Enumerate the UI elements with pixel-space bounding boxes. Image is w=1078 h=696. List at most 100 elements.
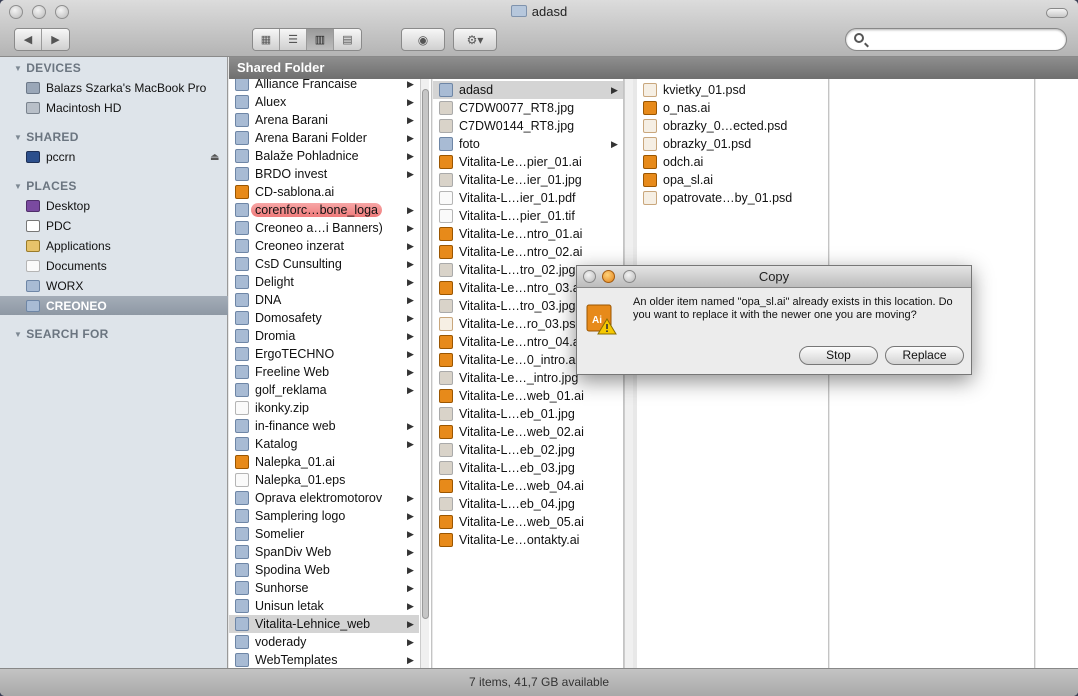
folder-icon	[235, 113, 249, 127]
file-name: Vitalita-Le…ntro_04.ai	[459, 335, 583, 349]
column-1-scrollbar[interactable]	[420, 79, 429, 668]
toolbar-toggle-button[interactable]	[1046, 8, 1068, 18]
file-row[interactable]: kvietky_01.psd	[637, 81, 827, 99]
sidebar-item-worx[interactable]: WORX	[26, 276, 228, 295]
file-row[interactable]: Vitalita-L…pier_01.tif	[433, 207, 623, 225]
file-row[interactable]: Vitalita-Le…ier_01.jpg	[433, 171, 623, 189]
file-row[interactable]: Vitalita-Le…ntro_01.ai	[433, 225, 623, 243]
file-row[interactable]: Aluex ▶	[229, 93, 419, 111]
file-row[interactable]: Vitalita-Lehnice_web ▶	[229, 615, 419, 633]
sidebar-item-applications[interactable]: Applications	[26, 236, 228, 255]
disclosure-arrow-icon: ▶	[407, 420, 414, 431]
file-row[interactable]: obrazky_0…ected.psd	[637, 117, 827, 135]
file-row[interactable]: Vitalita-Le…ontakty.ai	[433, 531, 623, 549]
file-row[interactable]: Delight ▶	[229, 273, 419, 291]
stop-button[interactable]: Stop	[799, 346, 878, 365]
file-row[interactable]: Creoneo inzerat ▶	[229, 237, 419, 255]
file-name: Dromia	[255, 329, 296, 343]
back-button[interactable]: ◀	[15, 29, 42, 50]
shared-header[interactable]: SHARED	[14, 130, 79, 144]
file-row[interactable]: adasd ▶	[433, 81, 623, 99]
file-row[interactable]: corenforc…bone_loga ▶	[229, 201, 419, 219]
action-menu-button[interactable]: ⚙▾	[453, 28, 497, 51]
column-view-button[interactable]: ▥	[307, 29, 334, 50]
photoshop-file-icon	[643, 191, 657, 205]
file-row[interactable]: ErgoTECHNO ▶	[229, 345, 419, 363]
sidebar-item-macbook[interactable]: Balazs Szarka's MacBook Pro	[26, 78, 228, 97]
sidebar-item-pdc[interactable]: PDC	[26, 216, 228, 235]
disclosure-arrow-icon: ▶	[407, 132, 414, 143]
quick-look-button[interactable]: ◉	[401, 28, 445, 51]
file-row[interactable]: Arena Barani ▶	[229, 111, 419, 129]
file-row[interactable]: Nalepka_01.ai	[229, 453, 419, 471]
file-row[interactable]: Samplering logo ▶	[229, 507, 419, 525]
replace-button[interactable]: Replace	[885, 346, 964, 365]
sidebar-item-pccrn[interactable]: pccrn	[26, 147, 228, 166]
file-row[interactable]: Somelier ▶	[229, 525, 419, 543]
file-name: Freeline Web	[255, 365, 330, 379]
file-row[interactable]: Nalepka_01.eps	[229, 471, 419, 489]
file-row[interactable]: Arena Barani Folder ▶	[229, 129, 419, 147]
search-for-header[interactable]: SEARCH FOR	[14, 327, 109, 341]
disclosure-arrow-icon: ▶	[407, 79, 414, 89]
file-row[interactable]: Vitalita-Le…web_05.ai	[433, 513, 623, 531]
file-row[interactable]: foto ▶	[433, 135, 623, 153]
file-row[interactable]: Vitalita-L…eb_03.jpg	[433, 459, 623, 477]
file-row[interactable]: Vitalita-L…eb_01.jpg	[433, 405, 623, 423]
file-row[interactable]: WebTemplates ▶	[229, 651, 419, 668]
file-row[interactable]: Katalog ▶	[229, 435, 419, 453]
forward-button[interactable]: ▶	[42, 29, 69, 50]
file-row[interactable]: Vitalita-Le…ntro_02.ai	[433, 243, 623, 261]
file-row[interactable]: Sunhorse ▶	[229, 579, 419, 597]
file-row[interactable]: BRDO invest ▶	[229, 165, 419, 183]
file-row[interactable]: Alliance Francaise ▶	[229, 79, 419, 93]
file-row[interactable]: ikonky.zip	[229, 399, 419, 417]
file-row[interactable]: CsD Cunsulting ▶	[229, 255, 419, 273]
file-row[interactable]: Vitalita-Le…web_04.ai	[433, 477, 623, 495]
file-row[interactable]: Vitalita-L…eb_04.jpg	[433, 495, 623, 513]
sidebar-item-label: pccrn	[46, 149, 76, 164]
folder-icon	[235, 95, 249, 109]
file-row[interactable]: Freeline Web ▶	[229, 363, 419, 381]
file-row[interactable]: opa_sl.ai	[637, 171, 827, 189]
file-row[interactable]: DNA ▶	[229, 291, 419, 309]
file-name: Arena Barani Folder	[255, 131, 367, 145]
icon-view-button[interactable]: ▦	[253, 29, 280, 50]
file-row[interactable]: C7DW0077_RT8.jpg	[433, 99, 623, 117]
file-row[interactable]: Dromia ▶	[229, 327, 419, 345]
file-row[interactable]: Vitalita-L…eb_02.jpg	[433, 441, 623, 459]
file-row[interactable]: in-finance web ▶	[229, 417, 419, 435]
sidebar-item-documents[interactable]: Documents	[26, 256, 228, 275]
sidebar-item-desktop[interactable]: Desktop	[26, 196, 228, 215]
file-name: Vitalita-L…eb_03.jpg	[459, 461, 575, 475]
devices-header[interactable]: DEVICES	[14, 61, 81, 75]
file-row[interactable]: Vitalita-Le…web_02.ai	[433, 423, 623, 441]
file-name: Vitalita-Le…web_05.ai	[459, 515, 584, 529]
file-row[interactable]: Domosafety ▶	[229, 309, 419, 327]
file-row[interactable]: Vitalita-L…ier_01.pdf	[433, 189, 623, 207]
file-row[interactable]: Spodina Web ▶	[229, 561, 419, 579]
file-row[interactable]: CD-sablona.ai	[229, 183, 419, 201]
file-row[interactable]: Vitalita-Le…web_01.ai	[433, 387, 623, 405]
file-row[interactable]: obrazky_01.psd	[637, 135, 827, 153]
file-row[interactable]: Creoneo a…i Banners) ▶	[229, 219, 419, 237]
eject-icon[interactable]: ⏏	[210, 152, 219, 163]
file-row[interactable]: Unisun letak ▶	[229, 597, 419, 615]
file-row[interactable]: golf_reklama ▶	[229, 381, 419, 399]
places-header[interactable]: PLACES	[14, 179, 77, 193]
file-row[interactable]: SpanDiv Web ▶	[229, 543, 419, 561]
coverflow-view-button[interactable]: ▤	[334, 29, 361, 50]
list-view-button[interactable]: ☰	[280, 29, 307, 50]
file-row[interactable]: o_nas.ai	[637, 99, 827, 117]
sidebar-item-macintosh-hd[interactable]: Macintosh HD	[26, 98, 228, 117]
file-row[interactable]: Balaže Pohladnice ▶	[229, 147, 419, 165]
file-row[interactable]: voderady ▶	[229, 633, 419, 651]
file-row[interactable]: Oprava elektromotorov ▶	[229, 489, 419, 507]
file-row[interactable]: odch.ai	[637, 153, 827, 171]
file-row[interactable]: opatrovate…by_01.psd	[637, 189, 827, 207]
sidebar-item-creoneo[interactable]: CREONEO	[0, 296, 228, 315]
search-field[interactable]	[845, 28, 1067, 51]
file-row[interactable]: C7DW0144_RT8.jpg	[433, 117, 623, 135]
file-name: voderady	[255, 635, 307, 649]
file-row[interactable]: Vitalita-Le…pier_01.ai	[433, 153, 623, 171]
